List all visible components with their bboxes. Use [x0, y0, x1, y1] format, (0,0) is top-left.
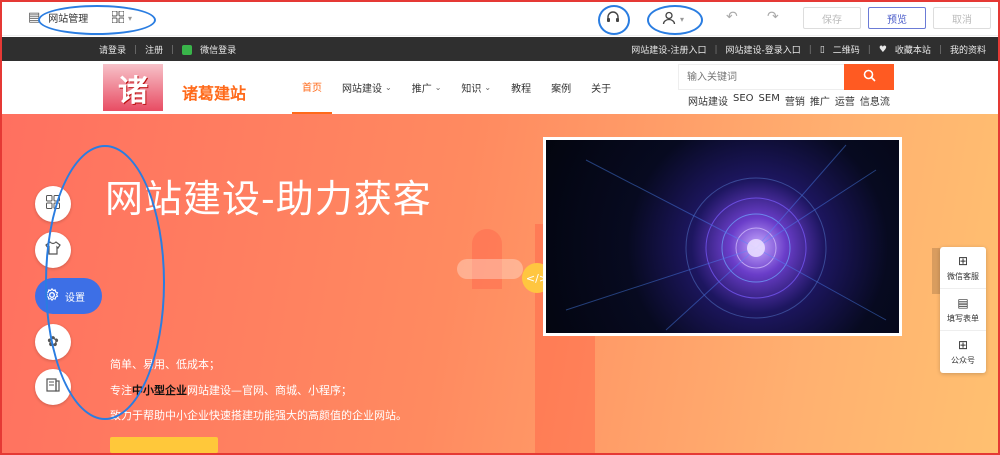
hot-tag[interactable]: 营销 [785, 93, 805, 108]
wechat-icon [182, 44, 193, 55]
circuit-tunnel-graphic [565, 144, 887, 331]
divider: | [867, 44, 871, 55]
main-navbar: 诸 诸葛建站 首页 网站建设⌄ 推广⌄ 知识⌄ 教程 案例 关于 网站建设 SE… [2, 61, 998, 114]
hero-line-1: 简单、易用、低成本； [110, 358, 220, 371]
search-box [678, 64, 894, 90]
nav-item-cases[interactable]: 案例 [541, 61, 581, 114]
wechat-service-button[interactable]: ⊞ 微信客服 [940, 247, 986, 289]
search-input[interactable] [678, 64, 844, 90]
bookmark-link[interactable]: 收藏本站 [895, 43, 931, 56]
chevron-down-icon: ▾ [680, 15, 685, 24]
wechat-service-label: 微信客服 [947, 271, 979, 281]
grid-icon [46, 195, 60, 213]
redo-icon[interactable]: ↷ [767, 9, 779, 25]
qrcode-icon: ⊞ [957, 253, 969, 268]
search-button[interactable] [844, 64, 894, 90]
layout-tool-button[interactable] [35, 186, 71, 222]
customer-service-button[interactable] [605, 10, 621, 30]
divider: | [714, 44, 718, 55]
hot-tag[interactable]: SEO [733, 93, 754, 108]
login-link[interactable]: 请登录 [99, 43, 126, 56]
chevron-down-icon: ▾ [128, 14, 133, 23]
hero-cta-button[interactable] [110, 437, 218, 453]
editor-toolbar: ▤ 网站管理 ▾ ▾ ↶ ↷ 保存 预览 取消 [2, 2, 998, 36]
preview-button[interactable]: 预览 [868, 7, 926, 29]
divider: | [808, 44, 812, 55]
hot-tag[interactable]: SEM [759, 93, 780, 108]
paw-icon: ✿ [47, 334, 59, 350]
site-manage-icon: ▤ [28, 9, 41, 25]
nav-item-promotion[interactable]: 推广 ⌄ [402, 61, 452, 114]
qrcode-icon: ⊞ [957, 338, 969, 352]
cancel-button[interactable]: 取消 [933, 7, 991, 29]
book-icon [46, 378, 60, 396]
undo-icon[interactable]: ↶ [726, 9, 738, 25]
site-manage-label: 网站管理 [48, 14, 89, 25]
user-icon [662, 10, 676, 29]
floating-contact-panel: ⊞ 微信客服 ▤ 填写表单 ⊞ 公众号 [940, 247, 986, 373]
hot-tag[interactable]: 网站建设 [688, 93, 728, 108]
apps-grid-icon [111, 10, 125, 26]
official-account-label: 公众号 [951, 356, 975, 365]
hot-tag[interactable]: 信息流 [860, 93, 890, 108]
settings-label: 设置 [65, 292, 85, 304]
hero-image [543, 137, 902, 336]
phone-icon: ▯ [819, 44, 825, 55]
site-top-strip: 请登录 | 注册 | 微信登录 网站建设-注册入口 | 网站建设-登录入口 | … [2, 37, 998, 61]
nav-item-home[interactable]: 首页 [292, 61, 332, 114]
site-logo[interactable]: 诸 [103, 64, 163, 111]
register-entry-link[interactable]: 网站建设-注册入口 [631, 43, 706, 56]
site-name[interactable]: 诸葛建站 [182, 80, 246, 104]
divider: | [171, 44, 175, 55]
nav-menu: 首页 网站建设 ⌄ 推广 ⌄ 知识 ⌄ 教程 案例 关于 [292, 61, 621, 114]
site-manage-button[interactable]: ▤ 网站管理 [28, 10, 88, 25]
hero-line-3: 致力于帮助中小企业快速搭建功能强大的高颜值的企业网站。 [110, 409, 407, 422]
nav-item-tutorial[interactable]: 教程 [501, 61, 541, 114]
cloud-decor [457, 259, 523, 279]
qrcode-link[interactable]: 二维码 [833, 43, 860, 56]
chevron-down-icon: ⌄ [484, 83, 492, 92]
chevron-down-icon: ⌄ [385, 83, 392, 92]
settings-tool-button[interactable]: 设置 [35, 278, 102, 314]
user-menu-button[interactable]: ▾ [662, 10, 684, 29]
save-button[interactable]: 保存 [803, 7, 861, 29]
hero-line-2: 专注中小型企业网站建设—官网、商城、小程序； [110, 384, 352, 397]
gear-icon [45, 287, 59, 305]
fill-form-label: 填写表单 [947, 313, 979, 323]
wechat-login-link[interactable]: 微信登录 [200, 43, 236, 56]
search-icon [863, 69, 876, 86]
nav-item-about[interactable]: 关于 [581, 61, 621, 114]
official-account-button[interactable]: ⊞ 公众号 [940, 331, 986, 373]
pages-tool-button[interactable] [35, 369, 71, 405]
divider: | [134, 44, 138, 55]
form-icon: ▤ [957, 295, 969, 310]
nav-item-website-building[interactable]: 网站建设 ⌄ [332, 61, 402, 114]
theme-tool-button[interactable] [35, 232, 71, 268]
register-link[interactable]: 注册 [145, 43, 163, 56]
fill-form-button[interactable]: ▤ 填写表单 [940, 289, 986, 331]
plugin-tool-button[interactable]: ✿ [35, 324, 71, 360]
nav-item-knowledge[interactable]: 知识 ⌄ [451, 61, 501, 114]
headset-icon [605, 11, 621, 30]
hot-tag[interactable]: 运营 [835, 93, 855, 108]
divider: | [938, 44, 942, 55]
apps-menu-button[interactable]: ▾ [111, 10, 133, 26]
hero-title: 网站建设-助力获客 [105, 177, 432, 221]
login-entry-link[interactable]: 网站建设-登录入口 [726, 43, 801, 56]
chevron-down-icon: ⌄ [434, 83, 442, 92]
heart-icon: ♥ [878, 44, 887, 55]
my-profile-link[interactable]: 我的资料 [950, 43, 986, 56]
hot-tag[interactable]: 推广 [810, 93, 830, 108]
shirt-icon [45, 241, 61, 259]
hot-tags: 网站建设 SEO SEM 营销 推广 运营 信息流 [688, 93, 890, 108]
